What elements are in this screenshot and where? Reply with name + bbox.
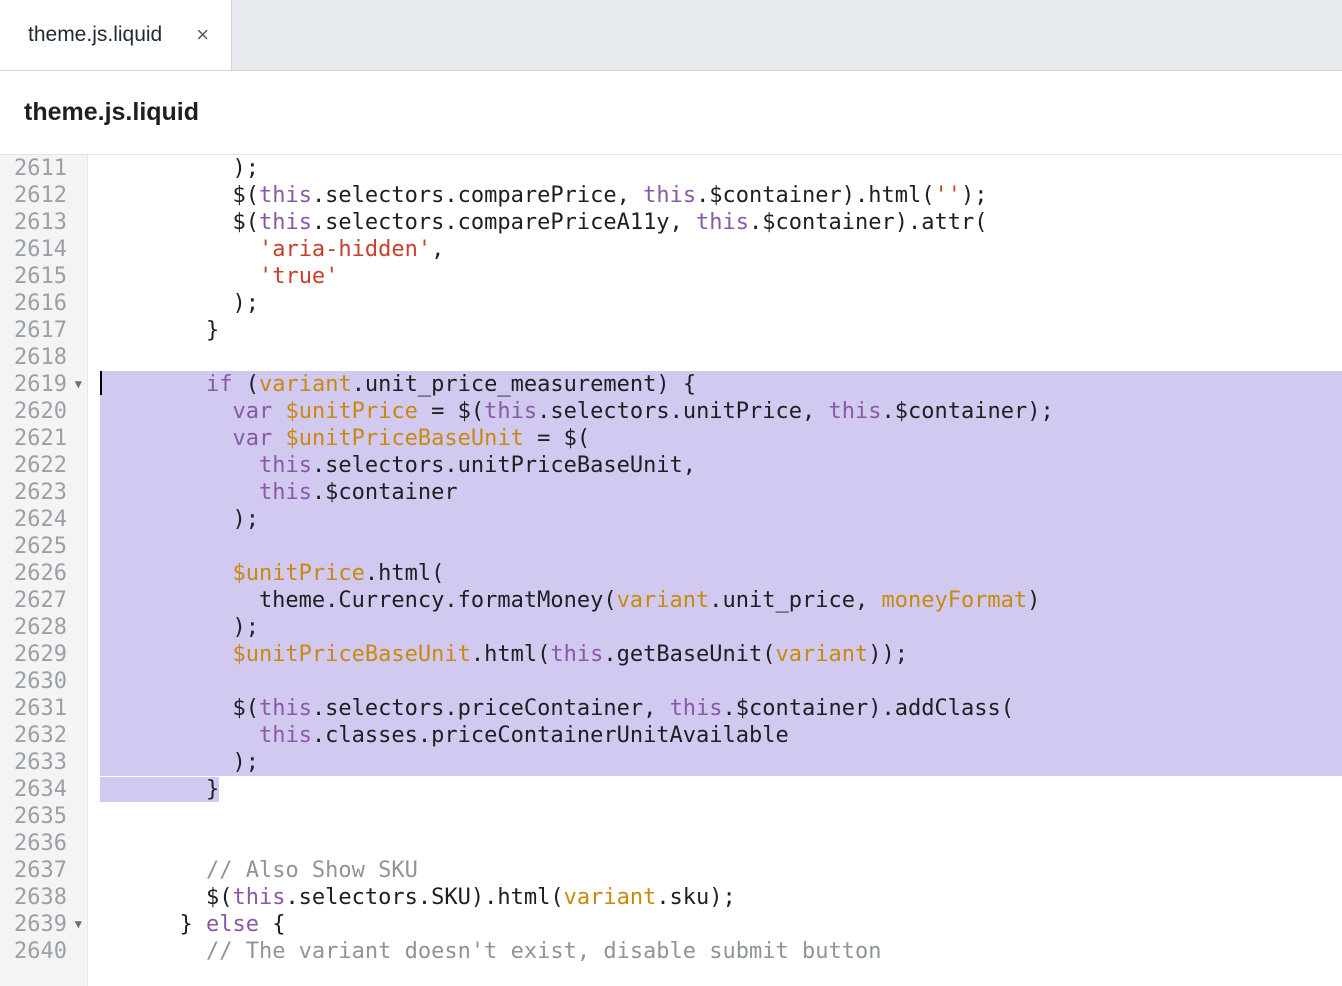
code-line[interactable]: } [100,317,1342,344]
code-line[interactable]: $unitPrice.html( [100,560,1342,587]
code-line[interactable]: $unitPriceBaseUnit.html(this.getBaseUnit… [100,641,1342,668]
line-number: 2617 [0,317,83,344]
line-number: 2622 [0,452,83,479]
line-number: 2613 [0,209,83,236]
code-line[interactable]: var $unitPriceBaseUnit = $( [100,425,1342,452]
code-line[interactable] [100,830,1342,857]
code-area[interactable]: ); $(this.selectors.comparePrice, this.$… [88,155,1342,986]
line-number: 2623 [0,479,83,506]
code-line[interactable]: // Also Show SKU [100,857,1342,884]
code-line[interactable]: $(this.selectors.priceContainer, this.$c… [100,695,1342,722]
line-number: 2636 [0,830,83,857]
code-line[interactable]: } else { [100,911,1342,938]
line-number: 2631 [0,695,83,722]
code-line[interactable] [100,533,1342,560]
code-line[interactable] [100,344,1342,371]
line-number: 2633 [0,749,83,776]
code-line[interactable] [100,668,1342,695]
code-line[interactable]: var $unitPrice = $(this.selectors.unitPr… [100,398,1342,425]
code-line[interactable]: ); [100,506,1342,533]
line-number-gutter: 261126122613261426152616261726182619▼262… [0,155,88,986]
code-line[interactable]: // The variant doesn't exist, disable su… [100,938,1342,965]
code-line[interactable]: 'aria-hidden', [100,236,1342,263]
line-number: 2640 [0,938,83,965]
line-number: 2632 [0,722,83,749]
fold-marker-icon[interactable]: ▼ [75,911,82,938]
line-number: 2624 [0,506,83,533]
line-number: 2629 [0,641,83,668]
line-number: 2628 [0,614,83,641]
code-line[interactable]: ); [100,614,1342,641]
code-line[interactable]: $(this.selectors.SKU).html(variant.sku); [100,884,1342,911]
line-number: 2616 [0,290,83,317]
line-number: 2638 [0,884,83,911]
code-line[interactable]: ); [100,749,1342,776]
line-number: 2635 [0,803,83,830]
code-line[interactable]: } [100,776,1342,803]
line-number: 2627 [0,587,83,614]
code-editor[interactable]: 261126122613261426152616261726182619▼262… [0,155,1342,986]
code-line[interactable]: ); [100,155,1342,182]
tab-label: theme.js.liquid [28,23,162,47]
file-title-bar: theme.js.liquid [0,71,1342,155]
line-number: 2614 [0,236,83,263]
code-line[interactable] [100,803,1342,830]
line-number: 2620 [0,398,83,425]
code-line[interactable]: $(this.selectors.comparePrice, this.$con… [100,182,1342,209]
code-line[interactable]: theme.Currency.formatMoney(variant.unit_… [100,587,1342,614]
line-number: 2639▼ [0,911,83,938]
line-number: 2626 [0,560,83,587]
line-number: 2625 [0,533,83,560]
code-line[interactable]: this.$container [100,479,1342,506]
code-line[interactable]: 'true' [100,263,1342,290]
line-number: 2618 [0,344,83,371]
line-number: 2612 [0,182,83,209]
tab-theme-js-liquid[interactable]: theme.js.liquid × [0,0,232,70]
code-line[interactable]: ); [100,290,1342,317]
fold-marker-icon[interactable]: ▼ [75,371,82,398]
line-number: 2637 [0,857,83,884]
line-number: 2634 [0,776,83,803]
line-number: 2611 [0,155,83,182]
line-number: 2630 [0,668,83,695]
code-line[interactable]: if (variant.unit_price_measurement) { [100,371,1342,398]
tab-bar: theme.js.liquid × [0,0,1342,71]
line-number: 2621 [0,425,83,452]
line-number: 2619▼ [0,371,83,398]
line-number: 2615 [0,263,83,290]
code-line[interactable]: this.classes.priceContainerUnitAvailable [100,722,1342,749]
code-line[interactable]: $(this.selectors.comparePriceA11y, this.… [100,209,1342,236]
close-icon[interactable]: × [196,24,209,46]
code-line[interactable]: this.selectors.unitPriceBaseUnit, [100,452,1342,479]
file-title: theme.js.liquid [24,98,199,127]
